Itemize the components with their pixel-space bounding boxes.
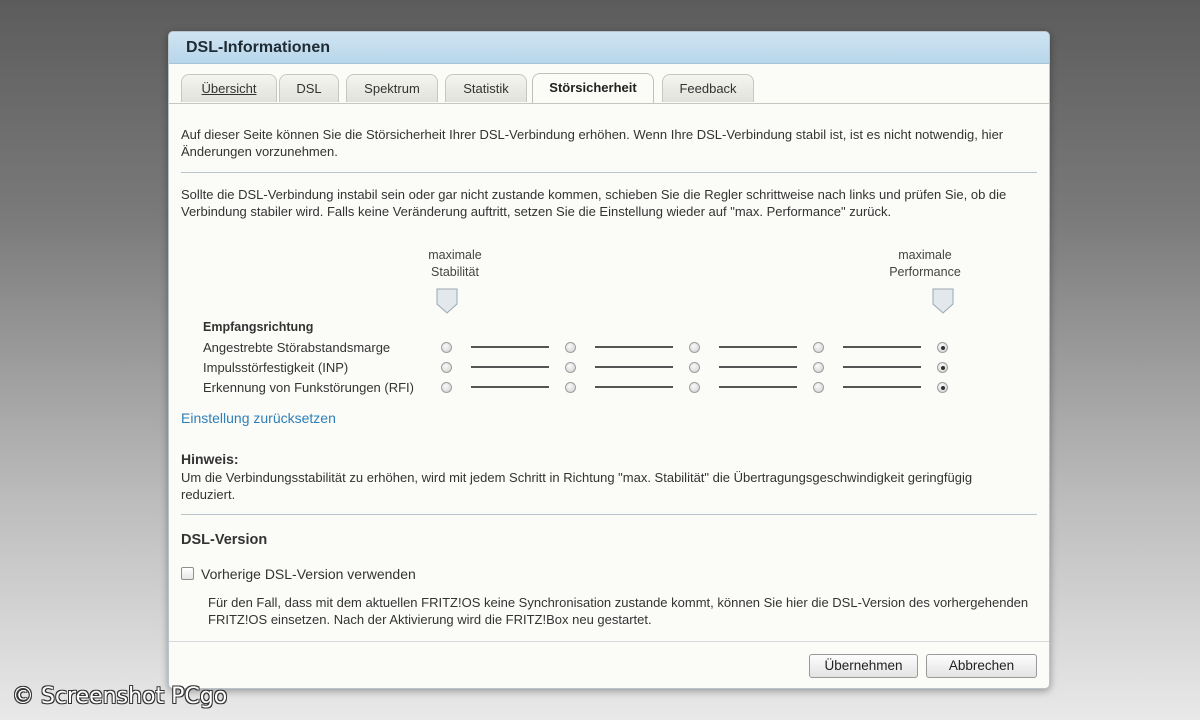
previous-dsl-version-checkbox[interactable] bbox=[181, 567, 194, 580]
slider-track bbox=[595, 346, 673, 348]
radio-step-4[interactable] bbox=[813, 382, 824, 393]
slider-track bbox=[471, 346, 549, 348]
slider-track bbox=[595, 386, 673, 388]
radio-step-4[interactable] bbox=[813, 362, 824, 373]
tab-stoersicherheit[interactable]: Störsicherheit bbox=[532, 73, 654, 104]
radio-step-5-selected[interactable] bbox=[937, 342, 948, 353]
tab-spektrum[interactable]: Spektrum bbox=[346, 74, 438, 102]
window-title: DSL-Informationen bbox=[169, 32, 1049, 64]
label-max-stability-line2: Stabilität bbox=[431, 265, 479, 279]
cancel-button[interactable]: Abbrechen bbox=[926, 654, 1037, 678]
slider-track bbox=[719, 386, 797, 388]
previous-dsl-version-label[interactable]: Vorherige DSL-Version verwenden bbox=[201, 566, 416, 582]
apply-button[interactable]: Übernehmen bbox=[809, 654, 918, 678]
tab-statistik[interactable]: Statistik bbox=[445, 74, 527, 102]
stability-marker-icon bbox=[436, 288, 458, 314]
tab-uebersicht[interactable]: Übersicht bbox=[181, 74, 277, 102]
label-max-stability-line1: maximale bbox=[428, 248, 482, 262]
slider-track bbox=[843, 386, 921, 388]
radio-step-1[interactable] bbox=[441, 362, 452, 373]
label-max-performance: maximale Performance bbox=[875, 247, 975, 281]
radio-step-1[interactable] bbox=[441, 382, 452, 393]
slider-track bbox=[719, 346, 797, 348]
hint-title: Hinweis: bbox=[181, 451, 239, 467]
label-max-performance-line1: maximale bbox=[898, 248, 952, 262]
tab-feedback[interactable]: Feedback bbox=[662, 74, 754, 102]
dsl-version-description: Für den Fall, dass mit dem aktuellen FRI… bbox=[208, 595, 1029, 627]
slider-track bbox=[471, 386, 549, 388]
dsl-version-title: DSL-Version bbox=[181, 532, 268, 548]
reset-settings-link[interactable]: Einstellung zurücksetzen bbox=[181, 410, 336, 426]
divider bbox=[181, 514, 1037, 515]
row-label-inp: Impulsstörfestigkeit (INP) bbox=[203, 360, 349, 375]
dsl-info-window: DSL-Informationen Übersicht DSL Spektrum… bbox=[168, 31, 1050, 689]
performance-marker-icon bbox=[932, 288, 954, 314]
tab-dsl[interactable]: DSL bbox=[279, 74, 339, 102]
footer-divider bbox=[169, 641, 1049, 642]
label-max-performance-line2: Performance bbox=[889, 265, 961, 279]
radio-step-5-selected[interactable] bbox=[937, 382, 948, 393]
slider-track bbox=[843, 346, 921, 348]
group-title-empfangsrichtung: Empfangsrichtung bbox=[203, 320, 314, 334]
radio-step-2[interactable] bbox=[565, 342, 576, 353]
radio-step-4[interactable] bbox=[813, 342, 824, 353]
row-label-rfi: Erkennung von Funkstörungen (RFI) bbox=[203, 380, 414, 395]
intro-text: Auf dieser Seite können Sie die Störsich… bbox=[181, 127, 1004, 159]
slider-track bbox=[719, 366, 797, 368]
radio-step-3[interactable] bbox=[689, 382, 700, 393]
divider bbox=[181, 172, 1037, 173]
radio-step-2[interactable] bbox=[565, 362, 576, 373]
slider-track bbox=[843, 366, 921, 368]
label-max-stability: maximale Stabilität bbox=[415, 247, 495, 281]
radio-step-5-selected[interactable] bbox=[937, 362, 948, 373]
instructions-text: Sollte die DSL-Verbindung instabil sein … bbox=[181, 187, 1007, 219]
radio-step-3[interactable] bbox=[689, 342, 700, 353]
row-label-stoerabstandsmarge: Angestrebte Störabstandsmarge bbox=[203, 340, 391, 355]
radio-step-3[interactable] bbox=[689, 362, 700, 373]
watermark-text: © Screenshot PCgo bbox=[12, 684, 228, 709]
hint-text: Um die Verbindungsstabilität zu erhöhen,… bbox=[181, 470, 973, 502]
radio-step-1[interactable] bbox=[441, 342, 452, 353]
radio-step-2[interactable] bbox=[565, 382, 576, 393]
slider-track bbox=[595, 366, 673, 368]
slider-track bbox=[471, 366, 549, 368]
tab-divider bbox=[169, 103, 1049, 104]
